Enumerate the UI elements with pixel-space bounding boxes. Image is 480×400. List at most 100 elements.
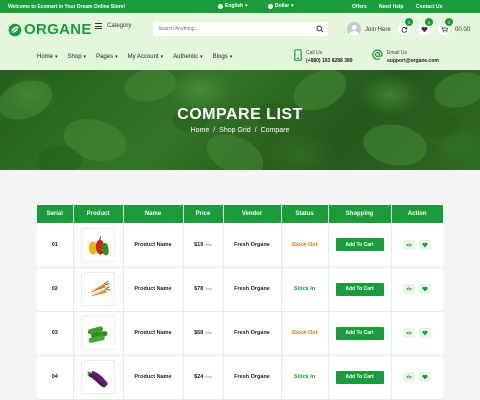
nav-label: My Account: [127, 54, 159, 60]
wishlist-button[interactable]: [419, 372, 432, 382]
contact-us-link[interactable]: Contact Us: [416, 4, 442, 10]
avatar[interactable]: [347, 22, 361, 36]
email-label: Email Us: [387, 50, 408, 56]
heart-icon: [422, 242, 428, 248]
currency-selector[interactable]: Dollar ▾: [268, 3, 294, 9]
product-image-cucumbers[interactable]: [81, 316, 115, 350]
nav-label: Pages: [96, 54, 114, 60]
nav-item-shop[interactable]: Shop ▾: [68, 54, 87, 60]
product-image-carrots[interactable]: [81, 272, 115, 306]
price-unit: /kilo: [204, 330, 212, 335]
add-to-cart-button[interactable]: Add To Cart: [335, 370, 384, 384]
product-image-eggplants[interactable]: [81, 360, 115, 394]
offers-link[interactable]: Offers: [352, 4, 367, 10]
eye-icon: [406, 375, 412, 379]
page-banner: COMPARE LIST: [0, 70, 480, 170]
nav-item-blogs[interactable]: Blogs ▾: [213, 54, 233, 60]
cucumber-image: [87, 326, 108, 343]
wishlist-count-badge: 0: [425, 18, 433, 26]
header-name: Name: [123, 205, 184, 223]
shopping-cell: Add To Cart: [328, 355, 392, 400]
heart-icon: [422, 286, 428, 292]
eggplant-image: [87, 370, 108, 388]
add-to-cart-button[interactable]: Add To Cart: [335, 238, 384, 252]
hamburger-icon: [95, 23, 102, 29]
chevron-down-icon: ▾: [115, 54, 118, 60]
nav-item-pages[interactable]: Pages ▾: [96, 54, 118, 60]
product-image-peppers[interactable]: [81, 227, 115, 262]
cart-count-badge: 0: [445, 18, 453, 26]
language-selector[interactable]: English ▾: [218, 3, 248, 9]
product-name-cell[interactable]: Product Name: [123, 311, 184, 356]
globe-icon: [218, 3, 223, 9]
nav-item-my-account[interactable]: My Account ▾: [128, 54, 164, 60]
serial-cell: 02: [37, 267, 74, 312]
eye-icon: [406, 287, 412, 291]
view-button[interactable]: [403, 328, 416, 338]
category-label: Category: [107, 23, 132, 29]
action-cell: [391, 311, 443, 356]
compare-table: Serial Product Name Price Vendor Status …: [37, 205, 443, 400]
price-cell: $68 /kilo: [183, 311, 224, 356]
wishlist-button[interactable]: 0: [418, 18, 433, 35]
nav-item-home[interactable]: Home ▾: [37, 54, 58, 60]
shopping-cell: Add To Cart: [328, 223, 392, 268]
header-price: Price: [183, 205, 224, 223]
add-to-cart-button[interactable]: Add To Cart: [335, 326, 384, 340]
status-badge: Stock In: [281, 355, 329, 400]
breadcrumb-separator: /: [254, 127, 257, 134]
email-address[interactable]: support@organe.com: [387, 57, 439, 65]
logo[interactable]: ORGANE: [8, 21, 92, 38]
status-badge: Stock Out: [281, 223, 329, 268]
vendor-cell: Fresh Organe: [223, 355, 282, 400]
refresh-icon: [401, 26, 407, 33]
at-icon: [372, 49, 383, 60]
cart-button[interactable]: 0: [438, 18, 453, 35]
chevron-down-icon: ▾: [83, 54, 87, 60]
wishlist-button[interactable]: [419, 239, 432, 250]
view-button[interactable]: [403, 372, 416, 382]
price-value: $19: [194, 241, 204, 248]
breadcrumb-current: Compare: [260, 127, 290, 134]
need-help-link[interactable]: Need Help: [379, 4, 403, 10]
view-button[interactable]: [403, 239, 416, 250]
view-button[interactable]: [403, 284, 416, 294]
breadcrumb-shop-grid[interactable]: Shop Grid: [219, 127, 251, 134]
cart-icon: [440, 26, 448, 32]
action-cell: [391, 267, 443, 312]
wishlist-button[interactable]: [419, 328, 432, 338]
compare-button[interactable]: 0: [398, 18, 413, 35]
carrot-image: [88, 280, 111, 297]
shopping-cell: Add To Cart: [328, 311, 392, 356]
breadcrumb-home[interactable]: Home: [191, 127, 210, 134]
top-bar: Welcome to Ecomart in Your Dream Online …: [0, 0, 480, 13]
table-row: 01 Product Name $19 /kilo Fresh Organe S…: [37, 223, 443, 268]
welcome-text: Welcome to Ecomart in Your Dream Online …: [8, 4, 126, 10]
chevron-down-icon: ▾: [229, 54, 233, 60]
join-here-link[interactable]: Join Here: [365, 27, 391, 33]
header-product: Product: [73, 205, 124, 223]
product-name-cell[interactable]: Product Name: [123, 223, 184, 268]
call-us-info: Call Us (+880) 163 8288 389: [294, 49, 353, 65]
price-cell: $24 /kilo: [183, 355, 224, 400]
phone-number[interactable]: (+880) 163 8288 389: [306, 57, 353, 65]
price-value: $78: [194, 286, 204, 292]
eye-icon: [406, 243, 412, 247]
wishlist-button[interactable]: [419, 284, 432, 294]
product-name-cell[interactable]: Product Name: [123, 267, 184, 312]
nav-item-authentic[interactable]: Authentic ▾: [173, 54, 203, 60]
search-icon[interactable]: [316, 25, 324, 33]
serial-cell: 03: [37, 311, 74, 356]
search-input[interactable]: [158, 26, 308, 32]
table-row: 03 Product Name $68 /kilo Fresh Organe S…: [37, 311, 443, 356]
cart-amount: 00.00: [455, 27, 471, 33]
product-name-cell[interactable]: Product Name: [123, 355, 184, 400]
logo-leaf-icon: [8, 23, 22, 36]
category-menu[interactable]: Category: [95, 23, 131, 29]
chevron-down-icon: ▾: [200, 54, 203, 60]
price-cell: $78 /kilo: [183, 267, 224, 312]
language-label: English: [225, 3, 244, 9]
heart-icon: [421, 26, 427, 32]
add-to-cart-button[interactable]: Add To Cart: [335, 282, 384, 296]
breadcrumb-separator: /: [213, 127, 216, 134]
